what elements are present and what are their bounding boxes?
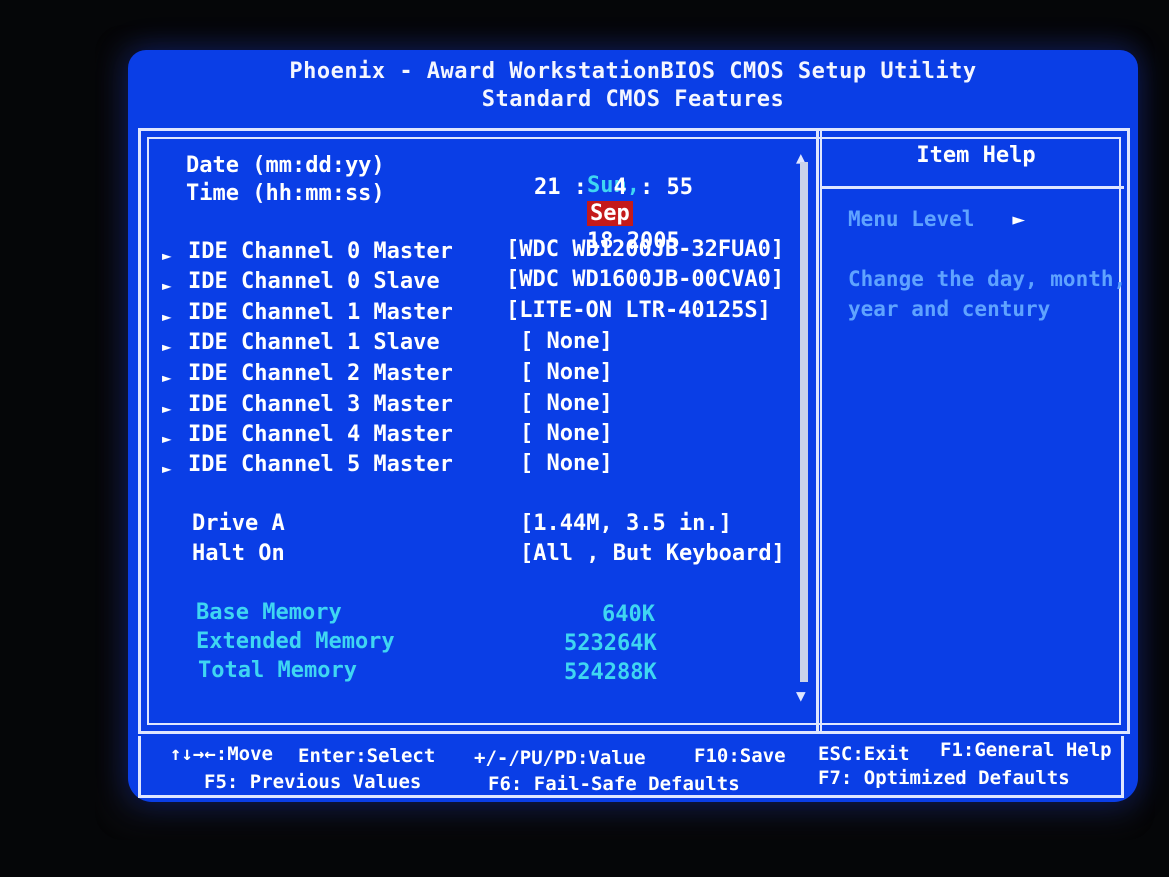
base-memory-value: 640K	[602, 602, 655, 627]
menu-level-text: Menu Level	[848, 207, 975, 231]
submenu-arrow-icon: ►	[162, 307, 172, 326]
submenu-arrow-icon: ►	[162, 399, 172, 418]
page-title: Standard CMOS Features	[481, 87, 785, 112]
halt-on-label: Halt On	[192, 541, 285, 566]
total-memory-label: Total Memory	[198, 658, 357, 683]
total-memory-value: 524288K	[564, 660, 657, 685]
submenu-arrow-icon: ►	[162, 368, 172, 387]
submenu-arrow-icon: ►	[162, 459, 172, 478]
time-label: Time (hh:mm:ss)	[186, 181, 385, 206]
extended-memory-label: Extended Memory	[196, 629, 395, 654]
move-hint: ↑↓→←:Move	[170, 743, 273, 765]
select-hint: Enter:Select	[298, 745, 436, 767]
optimized-defaults-hint: F7: Optimized Defaults	[818, 767, 1070, 789]
ide-channel-value: [ None]	[520, 421, 613, 446]
ide-channel-value: [ None]	[520, 360, 613, 385]
ide-channel-value: [ None]	[520, 451, 613, 476]
value-hint: +/-/PU/PD:Value	[474, 747, 646, 769]
ide-channel-value: [LITE-ON LTR-40125S]	[506, 298, 771, 323]
bios-title: Phoenix - Award WorkstationBIOS CMOS Set…	[289, 59, 977, 84]
failsafe-defaults-hint: F6: Fail-Safe Defaults	[488, 773, 740, 795]
base-memory-label: Base Memory	[196, 600, 342, 625]
extended-memory-value: 523264K	[564, 631, 657, 656]
menu-level-arrow-icon: ►	[1012, 207, 1026, 231]
submenu-arrow-icon: ►	[162, 429, 172, 448]
ide-channel-label: IDE Channel 1 Master	[188, 300, 453, 325]
bios-header: Phoenix - Award WorkstationBIOS CMOS Set…	[128, 58, 1138, 114]
ide-channel-value: [ None]	[520, 329, 613, 354]
ide-channel-value: [WDC WD1200JB-32FUA0]	[506, 237, 785, 262]
submenu-arrow-icon: ►	[162, 246, 172, 265]
ide-channel-label: IDE Channel 3 Master	[188, 392, 453, 417]
bios-screen: Phoenix - Award WorkstationBIOS CMOS Set…	[128, 50, 1138, 802]
ide-channel-label: IDE Channel 1 Slave	[188, 330, 440, 355]
scrollbar[interactable]	[800, 162, 808, 682]
help-text-line-1: Change the day, month,	[848, 267, 1127, 291]
ide-channel-value: [ None]	[520, 391, 613, 416]
drive-a-value: [1.44M, 3.5 in.]	[520, 511, 732, 536]
ide-channel-label: IDE Channel 2 Master	[188, 361, 453, 386]
submenu-arrow-icon: ►	[162, 276, 172, 295]
save-hint: F10:Save	[694, 745, 786, 767]
date-label: Date (mm:dd:yy)	[186, 153, 385, 178]
menu-level-label: Menu Level ►	[848, 204, 1025, 234]
general-help-hint: F1:General Help	[940, 739, 1112, 761]
panel-divider	[816, 128, 822, 734]
ide-channel-label: IDE Channel 0 Master	[188, 239, 453, 264]
time-field[interactable]: 21 : 4 : 55	[534, 174, 693, 202]
ide-channel-value: [WDC WD1600JB-00CVA0]	[506, 267, 785, 292]
help-text-line-2: year and century	[848, 297, 1051, 321]
item-help-title: Item Help	[916, 143, 1036, 168]
halt-on-value: [All , But Keyboard]	[520, 541, 785, 566]
ide-channel-label: IDE Channel 0 Slave	[188, 269, 440, 294]
help-divider	[822, 186, 1124, 189]
ide-channel-label: IDE Channel 4 Master	[188, 422, 453, 447]
submenu-arrow-icon: ►	[162, 337, 172, 356]
date-month-selected[interactable]: Sep	[586, 201, 633, 226]
drive-a-label: Drive A	[192, 511, 285, 536]
scroll-down-icon[interactable]: ▼	[796, 688, 806, 704]
previous-values-hint: F5: Previous Values	[204, 771, 422, 793]
exit-hint: ESC:Exit	[818, 743, 910, 765]
ide-channel-label: IDE Channel 5 Master	[188, 452, 453, 477]
